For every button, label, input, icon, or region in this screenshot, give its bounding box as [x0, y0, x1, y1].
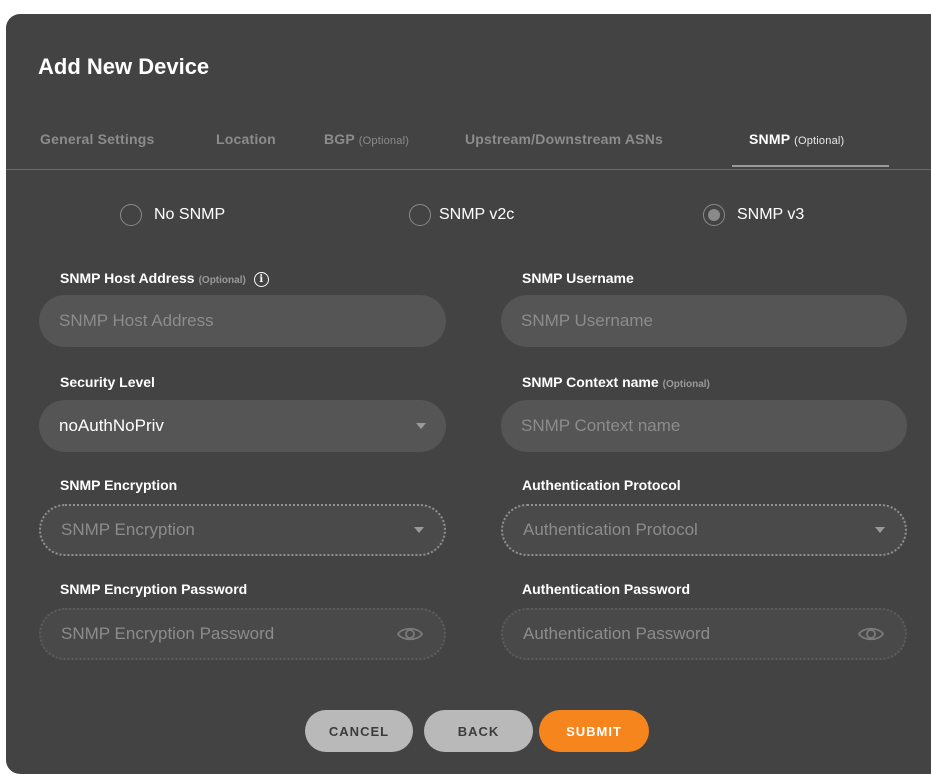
security-level-label: Security Level — [60, 374, 155, 390]
host-address-label: SNMP Host Address (Optional) i — [60, 270, 269, 287]
encryption-password-input[interactable] — [61, 624, 396, 644]
security-level-select[interactable]: noAuthNoPriv — [39, 400, 446, 452]
encryption-password-label: SNMP Encryption Password — [60, 581, 248, 597]
radio-label-no-snmp: No SNMP — [154, 206, 226, 223]
eye-icon[interactable] — [857, 624, 885, 644]
radio-label-snmp-v3: SNMP v3 — [737, 206, 805, 223]
tab-bgp-optional: (Optional) — [358, 135, 410, 147]
radio-selected-icon — [703, 204, 725, 226]
info-icon[interactable]: i — [253, 272, 269, 287]
context-name-label: SNMP Context name (Optional) — [522, 374, 710, 390]
username-input[interactable] — [521, 311, 887, 331]
add-device-dialog: Add New Device General Settings Location… — [6, 14, 931, 774]
radio-circle-icon — [409, 204, 431, 226]
context-name-input[interactable] — [521, 416, 887, 436]
context-name-optional: (Optional) — [662, 379, 710, 390]
auth-protocol-label: Authentication Protocol — [522, 477, 681, 493]
radio-snmp-v2c[interactable]: SNMP v2c — [409, 204, 514, 226]
host-address-input[interactable] — [59, 311, 426, 331]
host-address-field — [39, 295, 446, 347]
radio-snmp-v3[interactable]: SNMP v3 — [703, 204, 804, 226]
auth-protocol-placeholder: Authentication Protocol — [523, 520, 698, 539]
security-level-value: noAuthNoPriv — [59, 416, 164, 435]
chevron-down-icon — [875, 527, 885, 533]
submit-button[interactable]: SUBMIT — [539, 710, 649, 752]
username-field — [501, 295, 907, 347]
encryption-label: SNMP Encryption — [60, 477, 178, 493]
encryption-placeholder: SNMP Encryption — [61, 520, 195, 539]
host-address-optional: (Optional) — [198, 275, 246, 286]
radio-circle-icon — [120, 204, 142, 226]
tab-upstream-downstream-asns[interactable]: Upstream/Downstream ASNs — [465, 131, 663, 147]
context-name-field — [501, 400, 907, 452]
encryption-password-field — [39, 608, 446, 660]
auth-password-field — [501, 608, 907, 660]
tab-divider — [6, 169, 931, 170]
chevron-down-icon — [414, 527, 424, 533]
tab-bgp[interactable]: BGP (Optional) — [324, 131, 409, 147]
active-tab-indicator — [732, 165, 889, 167]
encryption-select[interactable]: SNMP Encryption — [39, 504, 446, 556]
eye-icon[interactable] — [396, 624, 424, 644]
tab-location[interactable]: Location — [216, 131, 276, 147]
radio-no-snmp[interactable]: No SNMP — [120, 204, 225, 226]
tab-general-settings[interactable]: General Settings — [40, 131, 154, 147]
auth-password-input[interactable] — [523, 624, 857, 644]
username-label: SNMP Username — [522, 270, 634, 286]
tab-bar: General Settings Location BGP (Optional)… — [6, 131, 931, 183]
cancel-button[interactable]: CANCEL — [305, 710, 413, 752]
back-button[interactable]: BACK — [424, 710, 533, 752]
chevron-down-icon — [416, 423, 426, 429]
tab-snmp[interactable]: SNMP (Optional) — [749, 131, 844, 147]
auth-protocol-select[interactable]: Authentication Protocol — [501, 504, 907, 556]
tab-snmp-optional: (Optional) — [794, 135, 845, 147]
dialog-title: Add New Device — [38, 54, 210, 79]
auth-password-label: Authentication Password — [522, 581, 691, 597]
radio-label-snmp-v2c: SNMP v2c — [439, 206, 515, 223]
